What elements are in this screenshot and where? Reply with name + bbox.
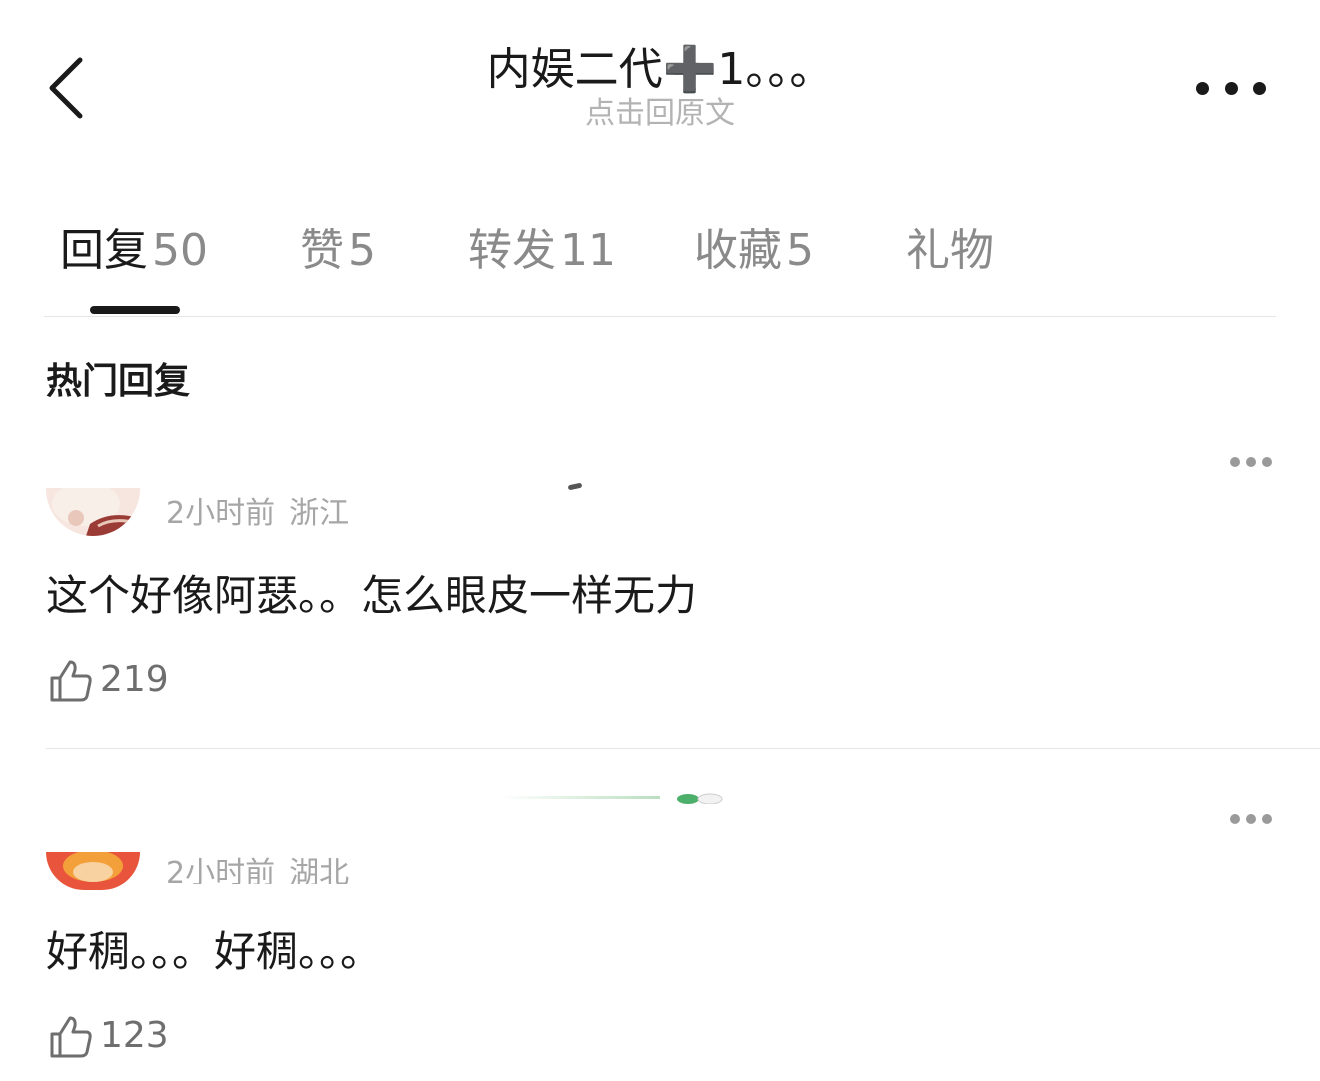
tab-label: 礼物	[906, 225, 994, 276]
avatar[interactable]	[46, 852, 140, 890]
like-button[interactable]: 123	[46, 1012, 169, 1060]
comment-text: 好稠。。。好稠。。。	[46, 927, 383, 976]
comment-meta: 2小时前 湖北	[166, 854, 349, 884]
tab-likes[interactable]: 赞5	[300, 220, 376, 282]
tab-favorites[interactable]: 收藏5	[694, 220, 814, 282]
tab-label: 赞	[300, 225, 344, 276]
header-title-block: 内娱二代➕1。。。 点击回原文	[330, 40, 990, 134]
more-horizontal-icon	[1230, 457, 1240, 467]
tab-gifts[interactable]: 礼物	[906, 220, 998, 282]
more-horizontal-icon	[1253, 81, 1266, 95]
more-horizontal-icon	[1196, 81, 1209, 95]
more-horizontal-icon	[1230, 814, 1240, 824]
comment-item: 2小时前 湖北 好稠。。。好稠。。。 123	[46, 798, 1320, 1081]
active-tab-indicator	[90, 306, 180, 314]
section-title: 热门回复	[46, 361, 191, 402]
more-horizontal-icon	[1262, 814, 1272, 824]
tab-count: 50	[152, 225, 208, 276]
like-count: 219	[100, 659, 169, 700]
more-horizontal-icon	[1246, 814, 1256, 824]
tab-label: 转发	[468, 225, 556, 276]
thumbs-up-icon	[50, 660, 92, 702]
chevron-left-icon	[49, 57, 83, 119]
comment-more-button[interactable]	[1230, 813, 1272, 825]
comment-more-button[interactable]	[1230, 456, 1272, 468]
tab-label: 回复	[60, 225, 148, 276]
more-horizontal-icon	[1246, 457, 1256, 467]
tab-bar: 回复50 赞5 转发11 收藏5 礼物	[44, 220, 1276, 317]
tab-count: 11	[560, 225, 616, 276]
comment-location: 浙江	[289, 496, 350, 531]
comment-location: 湖北	[289, 856, 350, 884]
back-button[interactable]	[40, 52, 96, 124]
thumbs-up-icon	[50, 1016, 92, 1058]
more-horizontal-icon	[1262, 457, 1272, 467]
comment-time: 2小时前	[166, 496, 276, 531]
comment-meta: 2小时前 浙江	[166, 494, 349, 534]
back-to-original-link[interactable]: 点击回原文	[330, 94, 990, 134]
tab-label: 收藏	[694, 225, 782, 276]
user-avatar-image	[46, 488, 140, 536]
tab-replies[interactable]: 回复50	[60, 220, 208, 282]
divider	[46, 748, 1320, 749]
tab-reposts[interactable]: 转发11	[468, 220, 616, 282]
more-options-button[interactable]	[1196, 74, 1266, 102]
like-count: 123	[100, 1015, 169, 1056]
page-title: 内娱二代➕1。。。	[486, 44, 834, 95]
comment-time: 2小时前	[166, 856, 276, 884]
more-horizontal-icon	[1224, 81, 1238, 95]
avatar[interactable]	[46, 488, 140, 536]
comment-text: 这个好像阿瑟。。怎么眼皮一样无力	[46, 571, 698, 620]
user-avatar-image	[46, 852, 140, 890]
tab-count: 5	[786, 225, 814, 276]
tab-count: 5	[348, 225, 376, 276]
comment-item: 2小时前 浙江 这个好像阿瑟。。怎么眼皮一样无力 219	[46, 440, 1320, 740]
like-button[interactable]: 219	[46, 656, 169, 704]
